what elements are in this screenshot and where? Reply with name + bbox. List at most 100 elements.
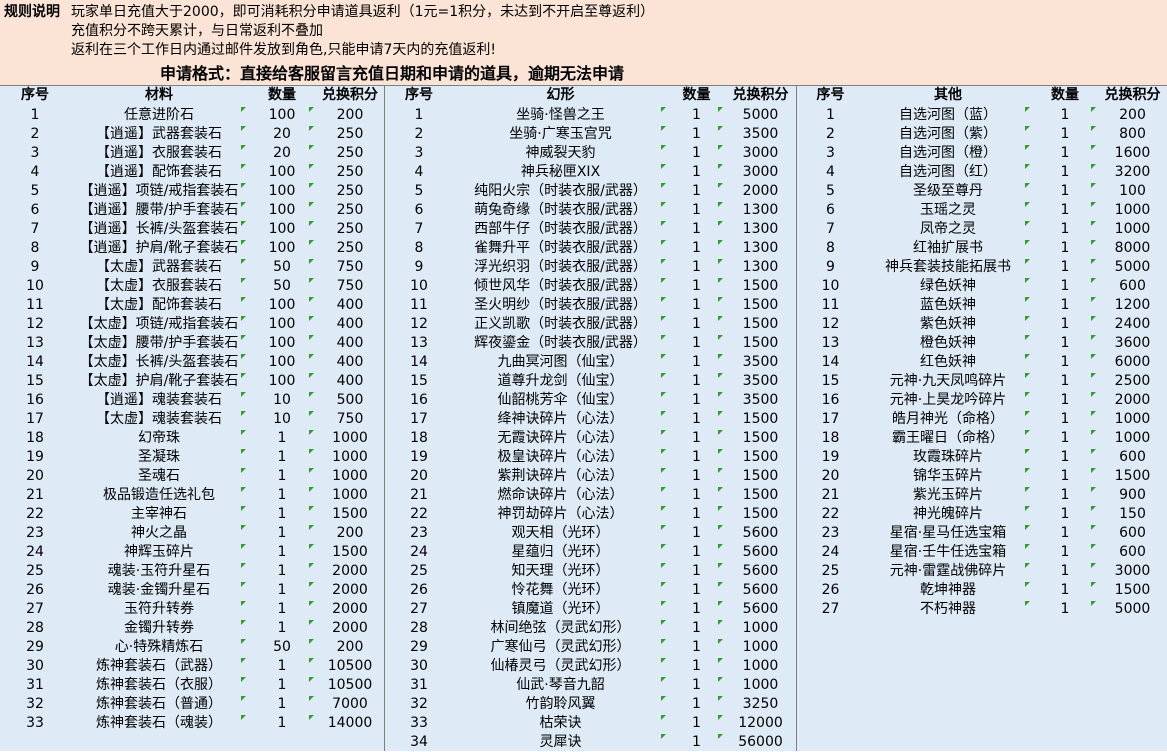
materials-table-cell[interactable]: 750 [316,258,384,277]
materials-table-cell[interactable]: 2000 [316,619,384,638]
other-table-cell[interactable]: 星宿·壬牛任选宝箱 [864,543,1032,562]
materials-table-cell[interactable]: 1 [0,106,70,125]
appearance-table-cell[interactable]: 33 [385,714,453,733]
other-table-cell[interactable]: 200 [1098,106,1167,125]
appearance-table-cell[interactable]: 13 [385,334,453,353]
other-table-cell[interactable]: 600 [1098,524,1167,543]
appearance-table-cell[interactable]: 1 [668,657,725,676]
appearance-table-cell[interactable]: 1500 [725,486,796,505]
appearance-table-cell[interactable]: 1500 [725,429,796,448]
materials-table-cell[interactable]: 1 [248,695,316,714]
materials-table-cell[interactable]: 400 [316,334,384,353]
appearance-table-cell[interactable]: 燃命诀碎片（心法） [453,486,668,505]
materials-table-cell[interactable]: 20 [248,144,316,163]
materials-table-cell[interactable]: 【逍遥】项链/戒指套装石 [70,182,248,201]
other-table-cell[interactable]: 神兵套装技能拓展书 [864,258,1032,277]
materials-table-cell[interactable]: 炼神套装石（武器） [70,657,248,676]
appearance-table-cell[interactable]: 27 [385,600,453,619]
materials-table-cell[interactable]: 【逍遥】衣服套装石 [70,144,248,163]
other-table-cell[interactable]: 6 [797,201,864,220]
appearance-table-cell[interactable]: 19 [385,448,453,467]
materials-table-cell[interactable]: 神火之晶 [70,524,248,543]
other-table-cell[interactable]: 不朽神器 [864,600,1032,619]
appearance-table-cell[interactable]: 1500 [725,315,796,334]
materials-table-cell[interactable]: 主宰神石 [70,505,248,524]
appearance-table-cell[interactable]: 竹韵聆风翼 [453,695,668,714]
appearance-table-cell[interactable]: 32 [385,695,453,714]
appearance-table-cell[interactable]: 21 [385,486,453,505]
materials-table-cell[interactable]: 50 [248,638,316,657]
materials-table-cell[interactable]: 炼神套装石（衣服） [70,676,248,695]
materials-table-cell[interactable]: 5 [0,182,70,201]
other-table-cell[interactable]: 4 [797,163,864,182]
appearance-column-header[interactable]: 序号 [385,86,453,105]
materials-table-cell[interactable]: 1 [248,524,316,543]
other-table-cell[interactable]: 霸王曜日（命格） [864,429,1032,448]
materials-table-cell[interactable]: 【太虚】魂装套装石 [70,410,248,429]
materials-table-cell[interactable]: 【太虚】腰带/护手套装石 [70,334,248,353]
materials-table-cell[interactable]: 2000 [316,581,384,600]
materials-table-cell[interactable]: 魂装·金镯升星石 [70,581,248,600]
appearance-table-cell[interactable]: 1500 [725,410,796,429]
appearance-table-cell[interactable]: 5000 [725,106,796,125]
appearance-table-cell[interactable]: 1 [668,372,725,391]
appearance-table-cell[interactable]: 1300 [725,258,796,277]
appearance-table-cell[interactable]: 镇魔道（光环） [453,600,668,619]
materials-table-cell[interactable]: 200 [316,106,384,125]
appearance-table-cell[interactable]: 星蕴归（光环） [453,543,668,562]
materials-table-cell[interactable]: 100 [248,220,316,239]
appearance-table-cell[interactable]: 九曲冥河图（仙宝） [453,353,668,372]
materials-table-cell[interactable]: 10 [0,277,70,296]
appearance-table-cell[interactable]: 34 [385,733,453,752]
other-table-cell[interactable]: 1 [1032,429,1098,448]
other-table-cell[interactable]: 2500 [1098,372,1167,391]
other-table-cell[interactable]: 19 [797,448,864,467]
appearance-table-cell[interactable]: 5600 [725,600,796,619]
materials-table-cell[interactable]: 1 [248,714,316,733]
materials-table-cell[interactable]: 炼神套装石（魂装） [70,714,248,733]
appearance-table-cell[interactable]: 纯阳火宗（时装衣服/武器） [453,182,668,201]
other-table-cell[interactable]: 红袖扩展书 [864,239,1032,258]
appearance-table-cell[interactable]: 1 [668,543,725,562]
materials-table-cell[interactable]: 1 [248,600,316,619]
appearance-table-cell[interactable]: 仙椿灵弓（灵武幻形） [453,657,668,676]
other-table-cell[interactable]: 22 [797,505,864,524]
materials-table-cell[interactable]: 【逍遥】长裤/头盔套装石 [70,220,248,239]
materials-table-cell[interactable]: 1 [248,657,316,676]
other-table-cell[interactable]: 1 [1032,467,1098,486]
materials-table-cell[interactable]: 1 [248,619,316,638]
materials-table-cell[interactable]: 1500 [316,505,384,524]
materials-table-cell[interactable]: 28 [0,619,70,638]
appearance-table-cell[interactable]: 1000 [725,676,796,695]
other-table-cell[interactable]: 2 [797,125,864,144]
appearance-table-cell[interactable]: 1 [668,562,725,581]
appearance-table-cell[interactable]: 1 [668,182,725,201]
appearance-table-cell[interactable]: 20 [385,467,453,486]
appearance-table-cell[interactable]: 1 [668,581,725,600]
materials-table-cell[interactable]: 14000 [316,714,384,733]
other-table-cell[interactable]: 7 [797,220,864,239]
appearance-table-cell[interactable]: 无霞诀碎片（心法） [453,429,668,448]
materials-table-cell[interactable]: 魂装·玉符升星石 [70,562,248,581]
other-table-cell[interactable]: 紫光玉碎片 [864,486,1032,505]
appearance-table-cell[interactable]: 5600 [725,524,796,543]
other-table-cell[interactable]: 玉瑶之灵 [864,201,1032,220]
other-table-cell[interactable]: 15 [797,372,864,391]
appearance-table-cell[interactable]: 仙武·琴音九韶 [453,676,668,695]
appearance-table-cell[interactable]: 知天理（光环） [453,562,668,581]
appearance-table-cell[interactable]: 14 [385,353,453,372]
other-table-cell[interactable]: 1 [1032,543,1098,562]
other-table-cell[interactable]: 1 [1032,163,1098,182]
other-table-cell[interactable]: 自选河图（橙） [864,144,1032,163]
appearance-table-cell[interactable]: 10 [385,277,453,296]
appearance-table-cell[interactable]: 2000 [725,182,796,201]
other-table-cell[interactable]: 5000 [1098,600,1167,619]
materials-table-cell[interactable]: 17 [0,410,70,429]
other-table-cell[interactable]: 21 [797,486,864,505]
materials-table-cell[interactable]: 10500 [316,657,384,676]
materials-table-cell[interactable]: 16 [0,391,70,410]
other-column-header[interactable]: 其他 [864,86,1032,105]
appearance-table-cell[interactable]: 3500 [725,372,796,391]
materials-table-cell[interactable]: 13 [0,334,70,353]
appearance-table-cell[interactable]: 25 [385,562,453,581]
